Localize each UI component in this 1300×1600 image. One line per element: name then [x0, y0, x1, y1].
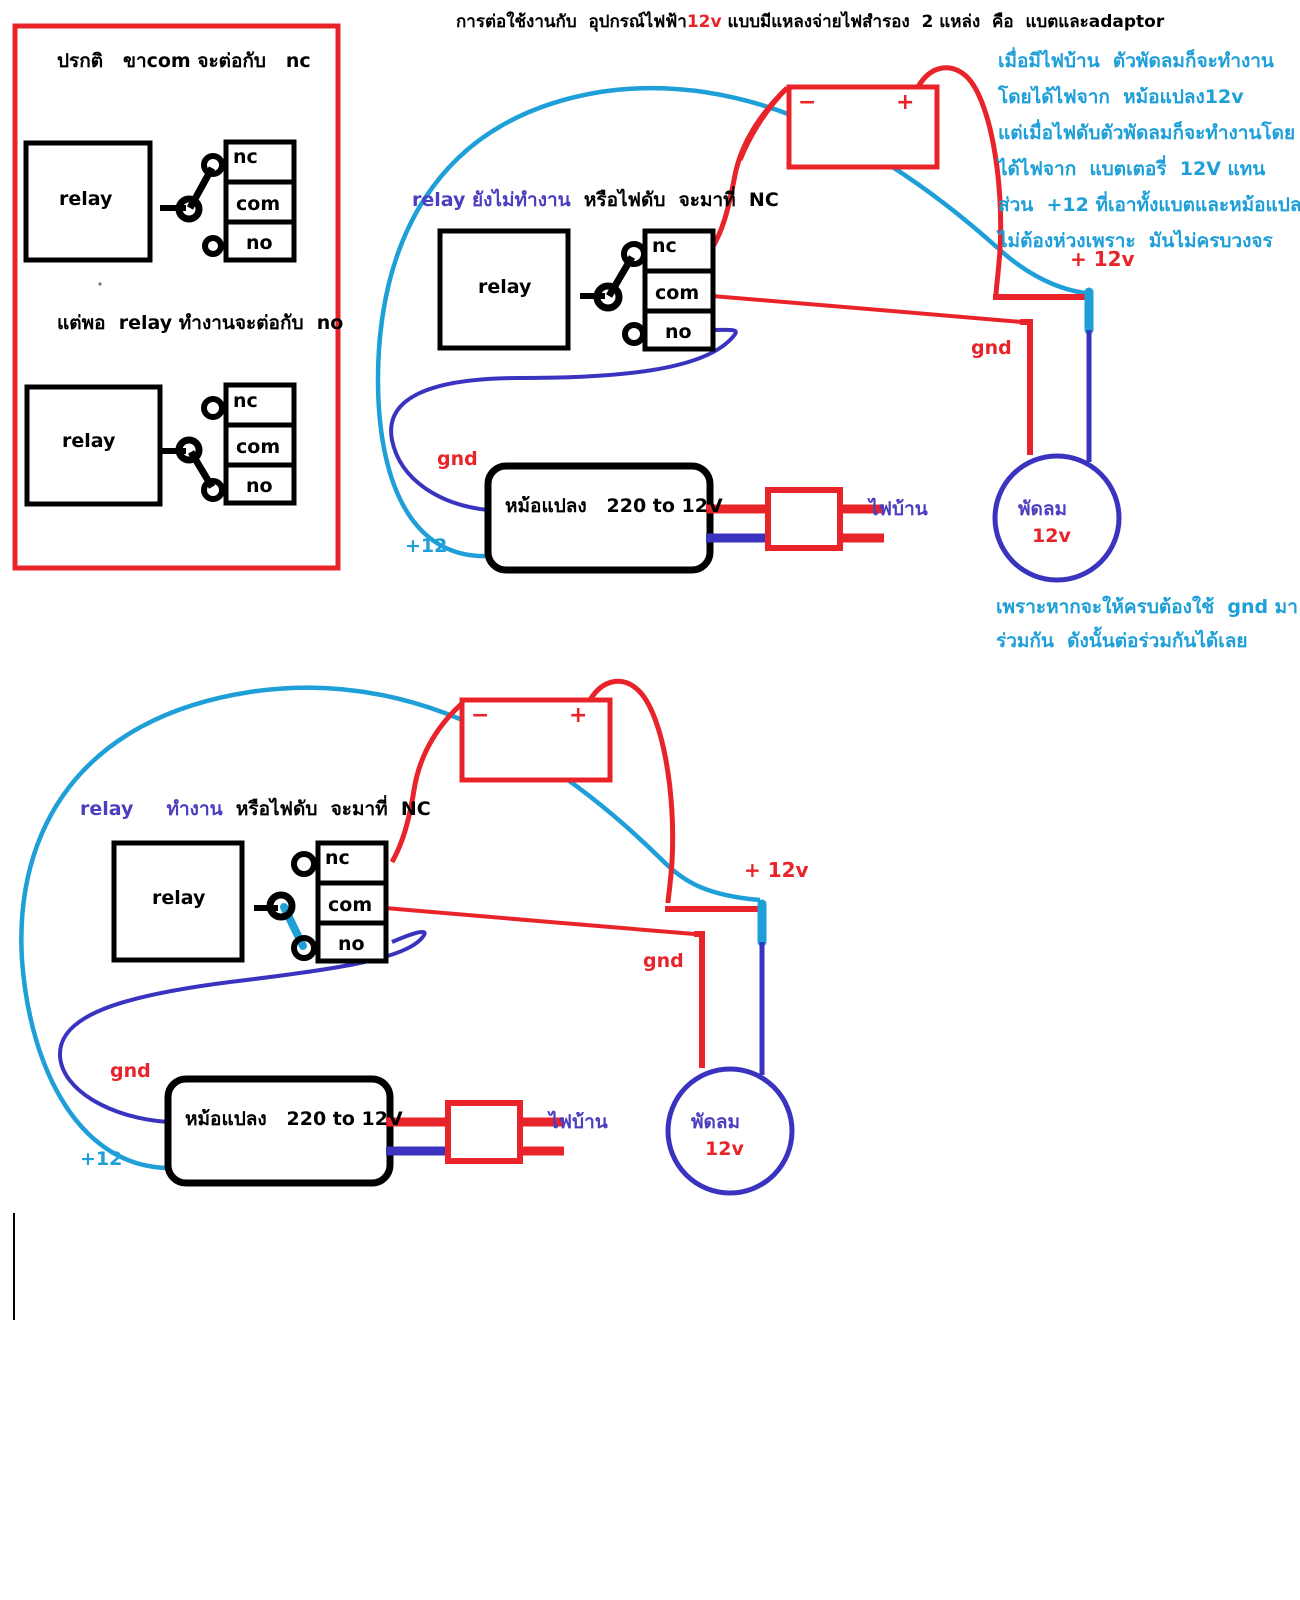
top-plus12v-label-right: + 12v — [1070, 247, 1135, 271]
top-battery-plus-label: + — [896, 90, 915, 115]
legend-terminal-com-1: com — [236, 193, 281, 215]
page-title-part-2: 12v — [686, 12, 722, 32]
legend-terminal-com-2: com — [236, 436, 281, 458]
legend-com-pivot-1 — [175, 195, 203, 223]
bottom-mains-plug-body — [445, 1100, 523, 1164]
top-headline-part-2: หรือไฟดับ จะมาที่ — [570, 189, 736, 211]
bottom-nc-contact — [291, 851, 317, 877]
top-headline-part-3: NC — [735, 189, 779, 211]
bottom-terminal-com: com — [328, 894, 373, 916]
top-terminal-nc: nc — [652, 235, 677, 257]
top-mains-plug-body — [765, 487, 843, 551]
legend-dot-1 — [98, 282, 102, 286]
top-transformer-label: หม้อแปลง 220 to 12V — [505, 495, 723, 517]
top-gnd-label-left: gnd — [437, 448, 478, 470]
legend-nc-contact-2 — [201, 396, 225, 420]
bottom-transformer-body — [164, 1075, 394, 1187]
top-no-contact — [622, 322, 646, 346]
bottom-transformer-label: หม้อแปลง 220 to 12V — [185, 1108, 403, 1130]
top-gnd-rail-down — [1022, 319, 1033, 455]
bottom-gnd-label-left: gnd — [110, 1060, 151, 1082]
note-bottom-line-1: เพราะหากจะให้ครบต้องใช้ gnd มา — [996, 596, 1298, 618]
bottom-mains-label: ไฟบ้าน — [549, 1111, 608, 1133]
legend-terminal-no-1: no — [246, 232, 273, 254]
bottom-terminal-no: no — [338, 933, 365, 955]
bottom-headline-part-4: NC — [387, 798, 431, 820]
page-title-part-3: แบบมีแหลงจ่ายไฟสำรอง 2 แหล่ง คือ แบตและa… — [721, 12, 1165, 32]
legend-terminal-nc-1: nc — [233, 146, 258, 168]
page-title-part-1: การต่อใช้งานกับ อุปกรณ์ไฟฟ้า — [456, 12, 687, 32]
legend-no-contact-2 — [201, 478, 225, 502]
top-transformer-body — [484, 462, 714, 574]
top-battery-minus-label: − — [798, 90, 817, 115]
bottom-battery-minus-label: − — [471, 703, 490, 728]
top-gnd-label-right: gnd — [971, 337, 1012, 359]
note-right-line-6: ไม่ต้องห่วงเพราะ มันไม่ครบวงจร — [998, 230, 1273, 252]
bottom-wire-com-red — [384, 906, 695, 936]
page-title: การต่อใช้งานกับ อุปกรณ์ไฟฟ้า12v แบบมีแหล… — [456, 14, 1164, 31]
bottom-headline-part-1: relay — [80, 798, 134, 820]
top-nc-contact — [621, 241, 647, 267]
legend-nc-contact-1 — [201, 153, 225, 177]
bottom-gnd-rail-down — [694, 931, 705, 1068]
top-plus12-label-left: +12 — [405, 535, 448, 557]
bottom-gnd-label-right: gnd — [643, 950, 684, 972]
legend-relay-label-2: relay — [62, 430, 116, 452]
top-headline-part-1: relay ยังไม่ทำงาน — [412, 189, 571, 211]
bottom-headline: relay ทำงาน หรือไฟดับ จะมาที่ NC — [80, 800, 431, 819]
top-headline: relay ยังไม่ทำงาน หรือไฟดับ จะมาที่ NC — [412, 191, 779, 210]
bottom-plus12v-label-right: + 12v — [744, 858, 809, 882]
diagram-canvas: การต่อใช้งานกับ อุปกรณ์ไฟฟ้า12v แบบมีแหล… — [0, 0, 1300, 1600]
bottom-fan-name: พัดลม — [691, 1111, 741, 1133]
top-terminal-no: no — [665, 321, 692, 343]
legend-caption-energized: แต่พอ relay ทำงานจะต่อกับ no — [57, 312, 344, 334]
top-com-pivot — [593, 282, 623, 312]
top-fan-name: พัดลม — [1018, 498, 1068, 520]
legend-relay-label-1: relay — [59, 188, 113, 210]
note-right-line-2: โดยได้ไฟจาก หม้อแปลง12v — [998, 86, 1244, 108]
note-bottom-line-2: ร่วมกัน ดังนั้นต่อร่วมกันได้เลย — [996, 630, 1248, 652]
top-wire-nc-red — [709, 86, 789, 250]
bottom-relay-label: relay — [152, 887, 206, 909]
bottom-headline-part-3: หรือไฟดับ จะมาที่ — [222, 798, 388, 820]
legend-terminal-nc-2: nc — [233, 390, 258, 412]
top-wire-com-red — [711, 294, 1023, 324]
legend-com-pivot-2 — [175, 436, 203, 464]
top-terminal-com: com — [655, 282, 700, 304]
bottom-plus12-label-left: +12 — [80, 1148, 123, 1170]
legend-no-contact-1 — [202, 235, 224, 257]
note-right-line-3: แต่เมื่อไฟดับตัวพัดลมก็จะทำงานโดย — [998, 122, 1296, 144]
top-mains-label: ไฟบ้าน — [869, 498, 928, 520]
legend-terminal-no-2: no — [246, 475, 273, 497]
bottom-fan-rating: 12v — [705, 1138, 744, 1160]
top-relay-label: relay — [478, 276, 532, 298]
bottom-headline-part-2: ทำงาน — [133, 798, 223, 820]
bottom-terminal-nc: nc — [325, 847, 350, 869]
note-right-line-5: ส่วน +12 ที่เอาทั้งแบตและหม้อแปลง — [998, 194, 1300, 216]
top-fan-rating: 12v — [1032, 525, 1071, 547]
legend-caption-normal: ปรกติ ขาcom จะต่อกับ nc — [57, 50, 311, 72]
bottom-battery-plus-label: + — [569, 703, 588, 728]
bottom-wire-nc-red — [389, 698, 468, 864]
note-right-line-4: ได้ไฟจาก แบตเตอรี่ 12V แทน — [998, 158, 1266, 180]
note-right-line-1: เมื่อมีไฟบ้าน ตัวพัดลมก็จะทำงาน — [998, 50, 1274, 72]
